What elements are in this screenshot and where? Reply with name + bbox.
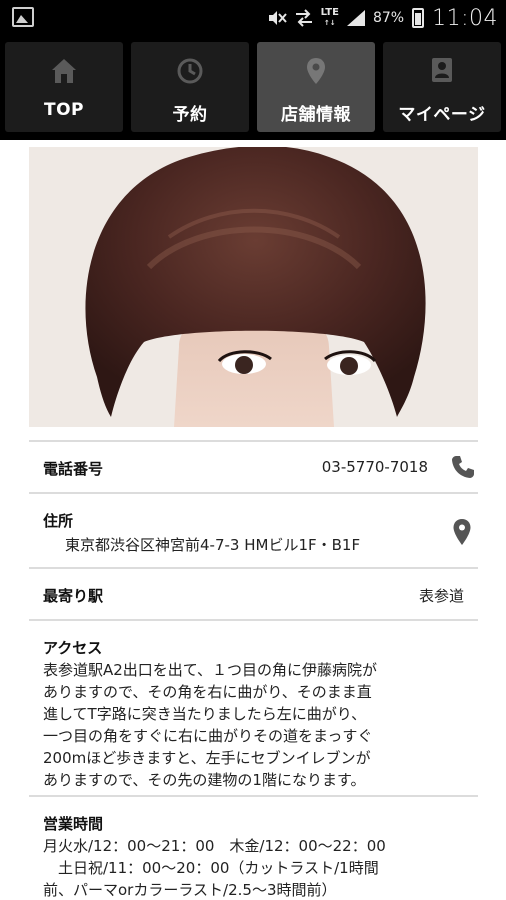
hours-line: 前、パーマorカラーラスト/2.5～3時間前）: [43, 881, 337, 899]
clock: 11:04: [432, 5, 498, 31]
tab-label: 予約: [172, 105, 208, 125]
station-name: 表参道: [418, 587, 464, 605]
hours-line: 月火水/12：00～21：00 木金/12：00～22：00: [43, 837, 386, 855]
phone-row[interactable]: 電話番号 03-5770-7018: [29, 440, 478, 492]
access-row: アクセス 表参道駅A2出口を出て、１つ目の角に伊藤病院が ありますので、その角を…: [29, 619, 478, 795]
phone-label: 電話番号: [43, 460, 104, 478]
tab-label: 店舗情報: [281, 105, 351, 125]
clock-icon: [177, 58, 203, 84]
status-icons: LTE ↑↓ 87% 11:04: [267, 0, 498, 36]
tab-shop-info[interactable]: 店舗情報: [257, 42, 375, 132]
mute-icon: [268, 11, 287, 25]
hours-text: 月火水/12：00～21：00 木金/12：00～22：00 土日祝/11：00…: [43, 835, 483, 900]
access-line: 200mほど歩きますと、左手にセブンイレブンが: [43, 749, 371, 767]
tab-reservation[interactable]: 予約: [131, 42, 249, 132]
tab-bar: TOP 予約 店舗情報 マイページ: [0, 36, 506, 140]
shop-hero-image: [29, 147, 478, 427]
station-row: 最寄り駅 表参道: [29, 567, 478, 619]
network-type: LTE ↑↓: [320, 7, 339, 28]
access-line: ありますので、その先の建物の1階になります。: [43, 771, 366, 789]
address-row[interactable]: 住所 東京都渋谷区神宮前4-7-3 HMビル1F・B1F: [29, 492, 478, 567]
phone-number[interactable]: 03-5770-7018: [322, 458, 428, 476]
hours-line: 土日祝/11：00～20：00（カットラスト/1時間: [43, 859, 379, 877]
data-transfer-icon: [295, 9, 312, 27]
battery-percent: 87%: [372, 10, 405, 26]
address-label: 住所: [43, 512, 74, 530]
tab-mypage[interactable]: マイページ: [383, 42, 501, 132]
battery-icon: [412, 8, 425, 28]
map-pin-icon[interactable]: [452, 518, 472, 546]
access-text: 表参道駅A2出口を出て、１つ目の角に伊藤病院が ありますので、その角を右に曲がり…: [43, 659, 473, 791]
station-label: 最寄り駅: [43, 587, 104, 605]
home-icon: [52, 59, 76, 83]
hours-row: 営業時間 月火水/12：00～21：00 木金/12：00～22：00 土日祝/…: [29, 795, 478, 900]
access-line: 一つ目の角をすぐに右に曲がりその道をまっすぐ: [43, 727, 373, 745]
shop-info-list: 電話番号 03-5770-7018 住所 東京都渋谷区神宮前4-7-3 HMビル…: [29, 440, 478, 900]
tab-label: マイページ: [398, 105, 486, 125]
access-line: ありますので、その角を右に曲がり、そのまま直: [43, 683, 372, 701]
status-bar: LTE ↑↓ 87% 11:04: [0, 0, 506, 36]
map-pin-icon: [307, 58, 325, 84]
gallery-icon: [12, 7, 34, 27]
hair-photo: [29, 147, 478, 427]
access-line: 進してT字路に突き当たりましたら左に曲がり、: [43, 705, 367, 723]
access-line: 表参道駅A2出口を出て、１つ目の角に伊藤病院が: [43, 661, 378, 679]
access-label: アクセス: [43, 639, 103, 657]
signal-icon: [346, 10, 365, 26]
tab-label: TOP: [43, 100, 84, 120]
phone-icon[interactable]: [450, 454, 476, 480]
person-card-icon: [432, 58, 452, 82]
tab-top[interactable]: TOP: [5, 42, 123, 132]
hours-label: 営業時間: [43, 815, 104, 833]
address-text: 東京都渋谷区神宮前4-7-3 HMビル1F・B1F: [65, 536, 361, 554]
